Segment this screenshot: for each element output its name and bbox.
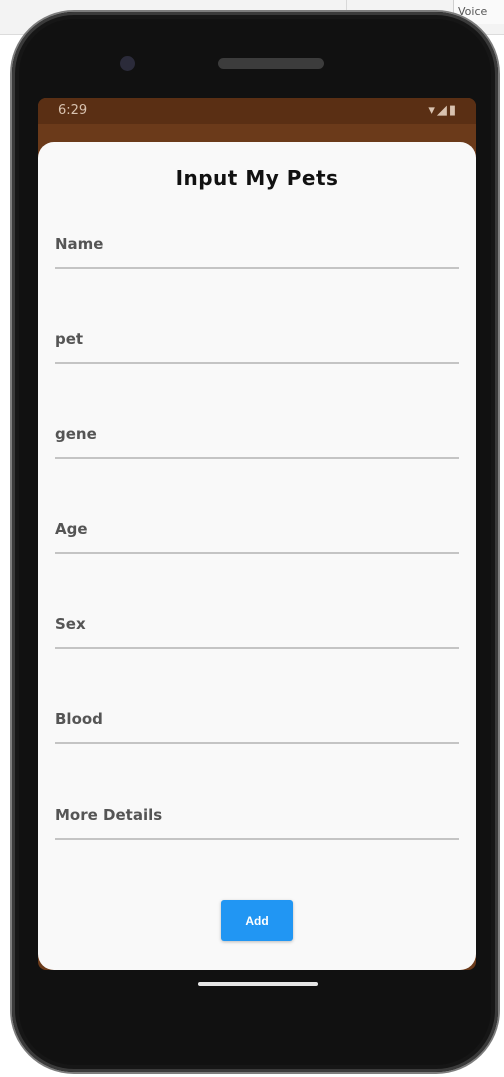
blood-field[interactable]: Blood [55, 702, 459, 744]
gesture-nav-handle[interactable] [198, 982, 318, 986]
more-details-field-label: More Details [55, 806, 163, 824]
earpiece-speaker [218, 58, 324, 69]
status-time: 6:29 [58, 103, 88, 118]
add-button[interactable]: Add [221, 900, 293, 941]
name-field-label: Name [55, 235, 104, 253]
age-field[interactable]: Age [55, 512, 459, 554]
pet-field-label: pet [55, 330, 84, 348]
blood-field-label: Blood [55, 710, 103, 728]
status-bar: 6:29 ▾◢▮ [38, 98, 476, 124]
front-camera-icon [120, 56, 135, 71]
app-screen: 6:29 ▾◢▮ Input My Pets Name pet gene Age… [38, 98, 476, 970]
pet-field[interactable]: pet [55, 322, 459, 364]
status-icons: ▾◢▮ [428, 103, 458, 118]
sex-field-label: Sex [55, 615, 86, 633]
gene-field[interactable]: gene [55, 417, 459, 459]
gene-field-label: gene [55, 425, 97, 443]
dialog-title: Input My Pets [175, 166, 339, 190]
more-details-field[interactable]: More Details [55, 798, 459, 840]
input-pets-dialog: Input My Pets Name pet gene Age Sex Bloo… [38, 142, 476, 970]
name-field[interactable]: Name [55, 227, 459, 269]
sex-field[interactable]: Sex [55, 607, 459, 649]
age-field-label: Age [55, 520, 88, 538]
